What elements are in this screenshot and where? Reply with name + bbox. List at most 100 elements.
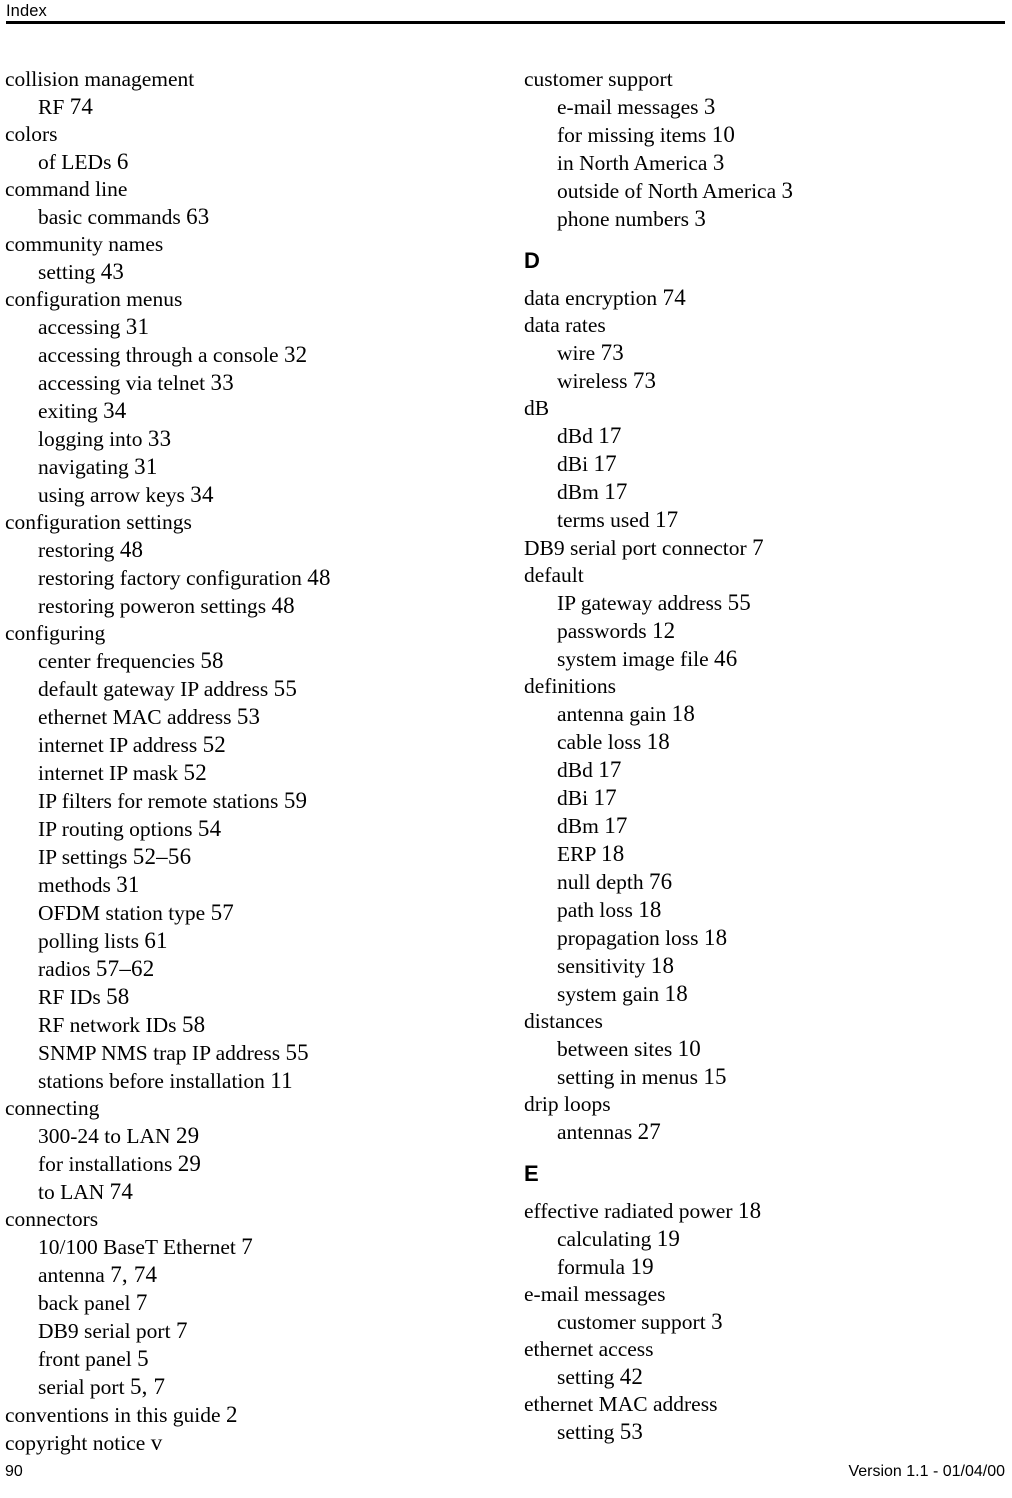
index-entry-text: data encryption (524, 286, 658, 310)
index-entry-page-numbers: 5 (137, 1346, 149, 1371)
index-subentry: setting 42 (524, 1363, 994, 1391)
index-entry-text: for installations (38, 1152, 173, 1176)
index-entry-text: restoring poweron settings (38, 594, 267, 618)
index-entry-text: 300-24 to LAN (38, 1124, 171, 1148)
index-entry-text: to LAN (38, 1180, 105, 1204)
index-entry-page-numbers: 55 (273, 676, 298, 701)
index-entry-page-numbers: 33 (147, 426, 172, 451)
index-subentry: RF network IDs 58 (5, 1011, 475, 1039)
index-entry-page-numbers: 17 (604, 813, 628, 838)
index-entry: default (524, 562, 994, 589)
index-entry-text: methods (38, 873, 111, 897)
index-subentry: RF 74 (5, 93, 475, 121)
index-entry-text: RF (38, 95, 65, 119)
index-entry-text: stations before installation (38, 1069, 265, 1093)
index-entry-page-numbers: 55 (285, 1040, 309, 1065)
index-entry-page-numbers: 3 (781, 178, 794, 203)
index-entry-text: dBi (557, 786, 589, 810)
index-entry-page-numbers: 57 (210, 900, 235, 925)
index-subentry: navigating 31 (5, 453, 475, 481)
index-entry: data rates (524, 312, 994, 339)
index-entry-page-numbers: 7 (241, 1234, 253, 1259)
index-subentry: null depth 76 (524, 868, 994, 896)
index-entry-text: configuration settings (5, 510, 192, 534)
index-entry-page-numbers: 59 (283, 788, 308, 813)
index-subentry: IP routing options 54 (5, 815, 475, 843)
index-entry: conventions in this guide 2 (5, 1401, 475, 1429)
index-entry-text: default (524, 563, 584, 587)
index-entry-page-numbers: 74 (662, 285, 686, 310)
index-entry-page-numbers: 32 (283, 342, 308, 367)
index-subentry: dBi 17 (524, 450, 994, 478)
index-entry-text: antennas (557, 1120, 633, 1144)
index-entry-page-numbers: 7 (175, 1318, 188, 1343)
index-entry-page-numbers: 18 (650, 953, 675, 978)
index-entry-page-numbers: 10 (677, 1036, 702, 1061)
index-entry-page-numbers: 29 (177, 1151, 202, 1176)
footer-version-date: Version 1.1 - 01/04/00 (848, 1463, 1005, 1480)
index-entry: connecting (5, 1095, 475, 1122)
index-subentry: propagation loss 18 (524, 924, 994, 952)
index-subentry: restoring factory configuration 48 (5, 564, 475, 592)
index-subentry: system image file 46 (524, 645, 994, 673)
index-entry-text: between sites (557, 1037, 673, 1061)
index-subentry: accessing through a console 32 (5, 341, 475, 369)
header-rule (6, 21, 1005, 24)
index-entry-page-numbers: 76 (648, 869, 673, 894)
index-entry-text: back panel (38, 1291, 131, 1315)
index-column-left: collision management RF 74 colors of LEDs 6… (5, 66, 475, 1457)
index-entry-text: effective radiated power (524, 1199, 733, 1223)
index-entry-page-numbers: 3 (711, 1309, 723, 1334)
index-column-right: customer support e-mail messages 3 for mis… (524, 66, 994, 1446)
index-entry-page-numbers: 58 (181, 1012, 206, 1037)
index-entry-text: null depth (557, 870, 644, 894)
index-entry-text: e-mail messages (557, 95, 699, 119)
index-subentry: customer support 3 (524, 1308, 994, 1336)
index-entry-text: DB9 serial port (38, 1319, 171, 1343)
index-entry-page-numbers: 53 (619, 1419, 644, 1444)
index-entry-text: dBm (557, 814, 599, 838)
index-entry-page-numbers: 17 (593, 785, 617, 810)
index-entry-page-numbers: 31 (134, 454, 158, 479)
index-entry-page-numbers: 19 (630, 1254, 654, 1279)
index-entry-text: IP filters for remote stations (38, 789, 279, 813)
index-entry-text: accessing through a console (38, 343, 279, 367)
index-entry-text: system image file (557, 647, 709, 671)
index-subentry: terms used 17 (524, 506, 994, 534)
index-entry-page-numbers: 46 (714, 646, 738, 671)
index-entry-page-numbers: v (150, 1430, 163, 1455)
index-body: collision management RF 74 colors of LEDs 6… (0, 66, 1012, 1455)
index-subentry: to LAN 74 (5, 1178, 475, 1206)
index-entry-text: drip loops (524, 1092, 611, 1116)
index-entry-page-numbers: 5, 7 (129, 1374, 166, 1399)
index-entry: copyright notice v (5, 1429, 475, 1457)
index-entry-page-numbers: 73 (632, 368, 657, 393)
index-entry-page-numbers: 3 (703, 94, 716, 119)
index-subentry: setting in menus 15 (524, 1063, 994, 1091)
index-entry-text: internet IP address (38, 733, 198, 757)
index-entry-text: passwords (557, 619, 647, 643)
index-subentry: wireless 73 (524, 367, 994, 395)
index-subentry: front panel 5 (5, 1345, 475, 1373)
index-entry-text: default gateway IP address (38, 677, 269, 701)
index-entry-text: calculating (557, 1227, 652, 1251)
index-entry-page-numbers: 18 (737, 1198, 762, 1223)
index-entry-text: IP routing options (38, 817, 193, 841)
index-entry-page-numbers: 17 (604, 479, 628, 504)
index-entry-text: connecting (5, 1096, 100, 1120)
index-entry: configuring (5, 620, 475, 647)
index-entry: customer support (524, 66, 994, 93)
index-entry-text: antenna gain (557, 702, 667, 726)
index-entry-text: setting (38, 260, 96, 284)
index-entry: collision management (5, 66, 475, 93)
index-entry-page-numbers: 54 (197, 816, 222, 841)
index-entry-page-numbers: 53 (236, 704, 261, 729)
index-entry-page-numbers: 19 (656, 1226, 681, 1251)
index-entry: dB (524, 395, 994, 422)
index-entry: drip loops (524, 1091, 994, 1118)
index-entry: command line (5, 176, 475, 203)
index-subentry: 10/100 BaseT Ethernet 7 (5, 1233, 475, 1261)
index-entry-page-numbers: 58 (106, 984, 130, 1009)
index-entry-text: serial port (38, 1375, 125, 1399)
index-entry-text: configuration menus (5, 287, 183, 311)
